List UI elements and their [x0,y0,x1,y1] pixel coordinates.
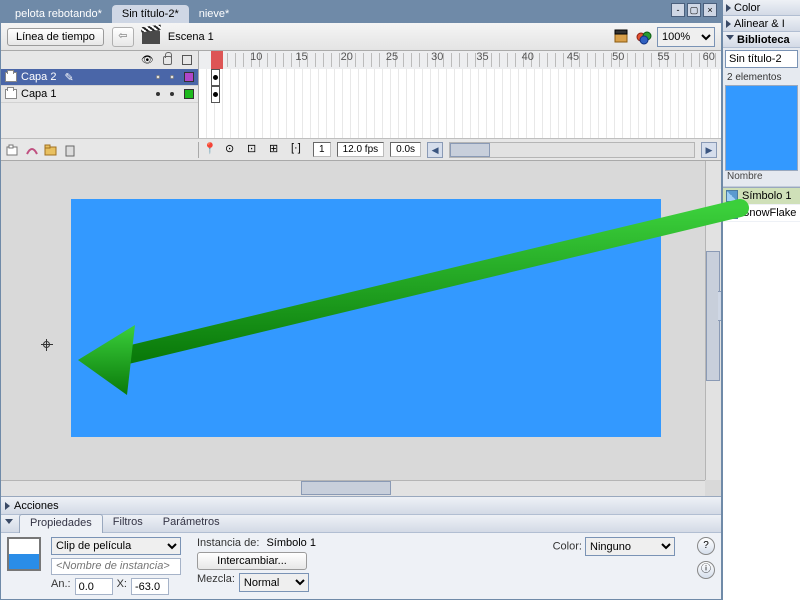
keyframe[interactable] [211,86,220,103]
lock-dot[interactable] [170,75,174,79]
layer-row-capa1[interactable]: Capa 1 [1,86,198,103]
pencil-icon: ✎ [64,71,73,84]
layer-icon [5,72,17,82]
current-frame-value: 1 [313,142,331,157]
layer-name: Capa 2 [21,71,56,83]
doc-tab-sintitulo[interactable]: Sin título-2* [112,5,189,23]
keyframe[interactable] [211,69,220,86]
instance-of-label: Instancia de: [197,537,259,549]
elapsed-time-value: 0.0s [390,142,421,157]
new-folder-icon[interactable] [43,142,59,158]
help-icon[interactable]: ? [697,537,715,555]
scene-name-label[interactable]: Escena 1 [168,31,214,43]
layer-row-capa2[interactable]: Capa 2 ✎ [1,69,198,86]
visibility-column-icon[interactable] [141,54,153,66]
doc-tab-nieve[interactable]: nieve* [189,5,240,23]
onion-markers-icon[interactable]: [·] [291,142,307,158]
mezcla-label: Mezcla: [197,573,235,592]
scene-back-button[interactable]: ⇦ [112,27,134,47]
color-label: Color: [553,541,582,553]
layer-list: Capa 2 ✎ Capa 1 [1,69,199,138]
registration-point-icon[interactable] [41,339,53,351]
center-frame-icon[interactable]: 📍 [203,142,219,158]
frame-ruler[interactable]: 5101520253035404550556065707580 [199,51,721,69]
outline-swatch[interactable] [184,89,194,99]
stage-canvas[interactable] [71,199,661,437]
symbol-type-select[interactable]: Clip de película [51,537,181,555]
tab-propiedades[interactable]: Propiedades [19,514,103,534]
zoom-select[interactable]: 100% [657,27,715,47]
timeline-toggle-button[interactable]: Línea de tiempo [7,28,104,46]
outline-column-icon[interactable] [182,55,192,65]
frame-rate-value: 12.0 fps [337,142,385,157]
properties-body: Clip de película An.: X: Instancia de: S… [1,533,721,599]
playhead[interactable] [211,51,223,69]
library-doc-select[interactable] [725,50,798,68]
outline-swatch[interactable] [184,72,194,82]
edit-scene-icon[interactable] [613,28,631,46]
new-guide-layer-icon[interactable] [24,142,40,158]
width-input[interactable] [75,578,113,595]
edit-bar: Línea de tiempo ⇦ Escena 1 100% [1,23,721,51]
disclosure-triangle-icon [726,4,731,12]
library-item-simbolo1[interactable]: Símbolo 1 [723,188,800,205]
window-minimize-icon[interactable]: - [671,3,685,17]
library-name-header[interactable]: Nombre [723,171,800,187]
doc-tab-pelota[interactable]: pelota rebotando* [5,5,112,23]
delete-layer-icon[interactable] [62,142,78,158]
align-panel-header[interactable]: Alinear & I [723,16,800,32]
stage-area [1,161,721,496]
edit-symbol-icon[interactable] [635,28,653,46]
library-list: Símbolo 1 SnowFlake [723,187,800,600]
new-layer-icon[interactable] [5,142,21,158]
swap-button[interactable]: Intercambiar... [197,552,307,570]
tab-filtros[interactable]: Filtros [103,514,153,534]
blend-select[interactable]: Normal [239,573,309,592]
movieclip-icon [726,190,738,202]
edit-multiple-icon[interactable]: ⊞ [269,142,285,158]
color-effect-select[interactable]: Ninguno [585,537,675,556]
visibility-dot[interactable] [156,92,160,96]
library-panel-header[interactable]: Biblioteca [723,32,800,48]
x-label: X: [117,578,127,595]
disclosure-triangle-icon [726,35,734,44]
actions-panel-header[interactable]: Acciones [1,497,721,515]
width-label: An.: [51,578,71,595]
library-count-label: 2 elementos [723,70,800,85]
movieclip-icon [726,207,738,219]
instance-thumbnail[interactable] [7,537,41,571]
color-panel-header[interactable]: Color [723,0,800,16]
tab-parametros[interactable]: Parámetros [153,514,230,534]
stage-vscroll[interactable] [705,161,721,480]
disclosure-triangle-icon [726,20,731,28]
window-restore-icon[interactable]: ▢ [687,3,701,17]
onion-outline-icon[interactable]: ⊡ [247,142,263,158]
window-close-icon[interactable]: × [703,3,717,17]
scroll-left-icon[interactable]: ◀ [427,142,443,158]
disclosure-triangle-icon [5,519,13,528]
properties-panel-header[interactable]: Propiedades Filtros Parámetros [1,515,721,533]
lock-dot[interactable] [170,92,174,96]
instance-of-value: Símbolo 1 [266,537,316,549]
library-preview[interactable] [725,85,798,171]
panel-collapse-tab[interactable] [718,291,721,321]
timeline-hscroll[interactable] [449,142,695,158]
instance-name-input[interactable] [51,558,181,575]
layer-name: Capa 1 [21,88,56,100]
frame-area[interactable] [199,69,721,138]
scene-icon [142,30,160,44]
lock-column-icon[interactable] [163,56,172,65]
actions-title: Acciones [14,500,59,512]
x-input[interactable] [131,578,169,595]
disclosure-triangle-icon [5,502,10,510]
timeline-panel: 5101520253035404550556065707580 Capa 2 ✎ [1,51,721,161]
document-tabs: pelota rebotando* Sin título-2* nieve* -… [1,1,721,23]
layer-icon [5,89,17,99]
library-item-snowflake[interactable]: SnowFlake [723,205,800,222]
info-icon[interactable]: ⓘ [697,561,715,579]
stage-hscroll[interactable] [1,480,705,496]
onion-skin-icon[interactable]: ⊙ [225,142,241,158]
visibility-dot[interactable] [156,75,160,79]
scroll-right-icon[interactable]: ▶ [701,142,717,158]
